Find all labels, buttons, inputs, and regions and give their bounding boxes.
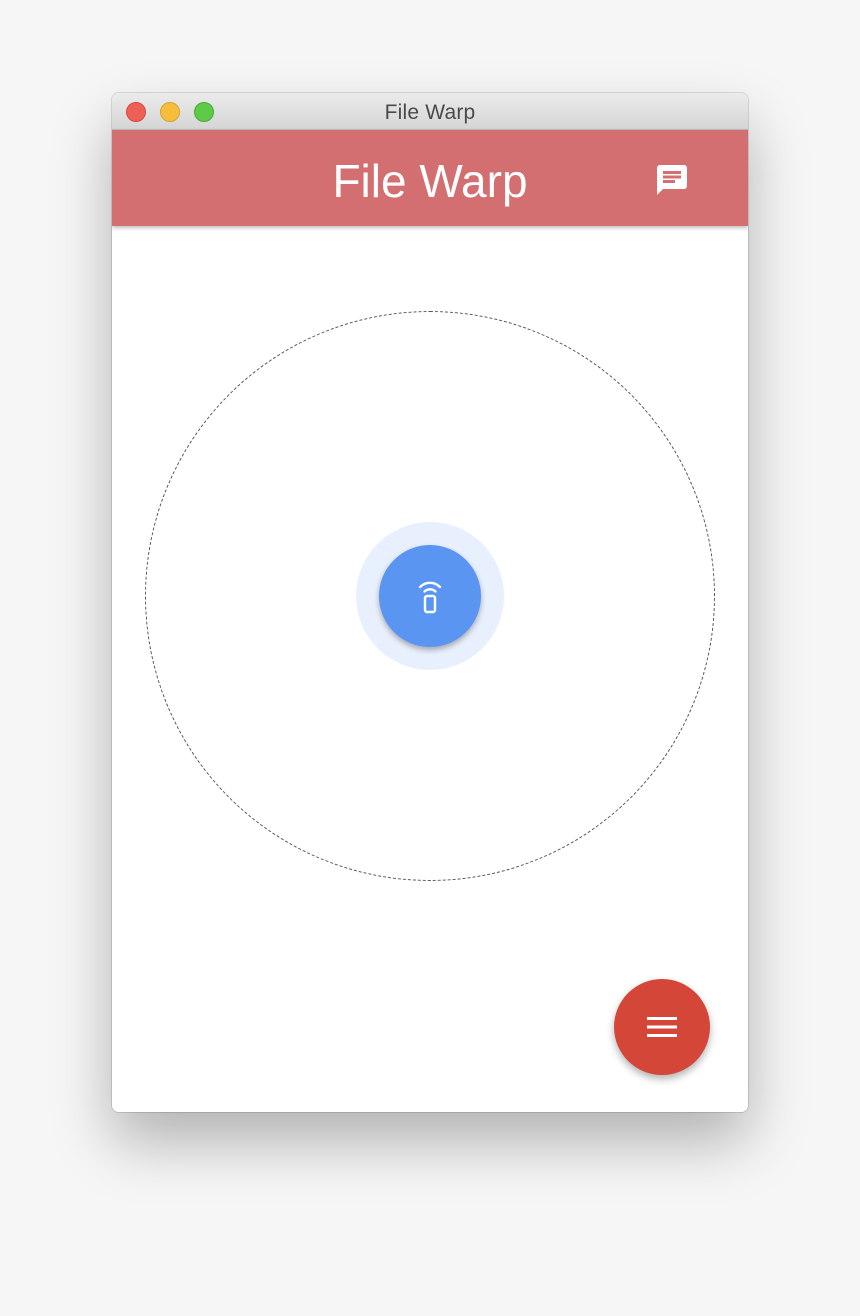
app-window: File Warp File Warp <box>112 93 748 1112</box>
this-device-button[interactable] <box>379 545 481 647</box>
phone-signal-icon <box>418 581 442 614</box>
main-content <box>112 226 748 1112</box>
menu-icon <box>647 1017 677 1037</box>
window-titlebar[interactable]: File Warp <box>112 93 748 130</box>
window-title: File Warp <box>384 101 476 124</box>
app-bar: File Warp <box>112 130 748 226</box>
chat-icon <box>657 165 687 195</box>
menu-fab-button[interactable] <box>614 979 710 1075</box>
chat-button[interactable] <box>650 158 694 202</box>
